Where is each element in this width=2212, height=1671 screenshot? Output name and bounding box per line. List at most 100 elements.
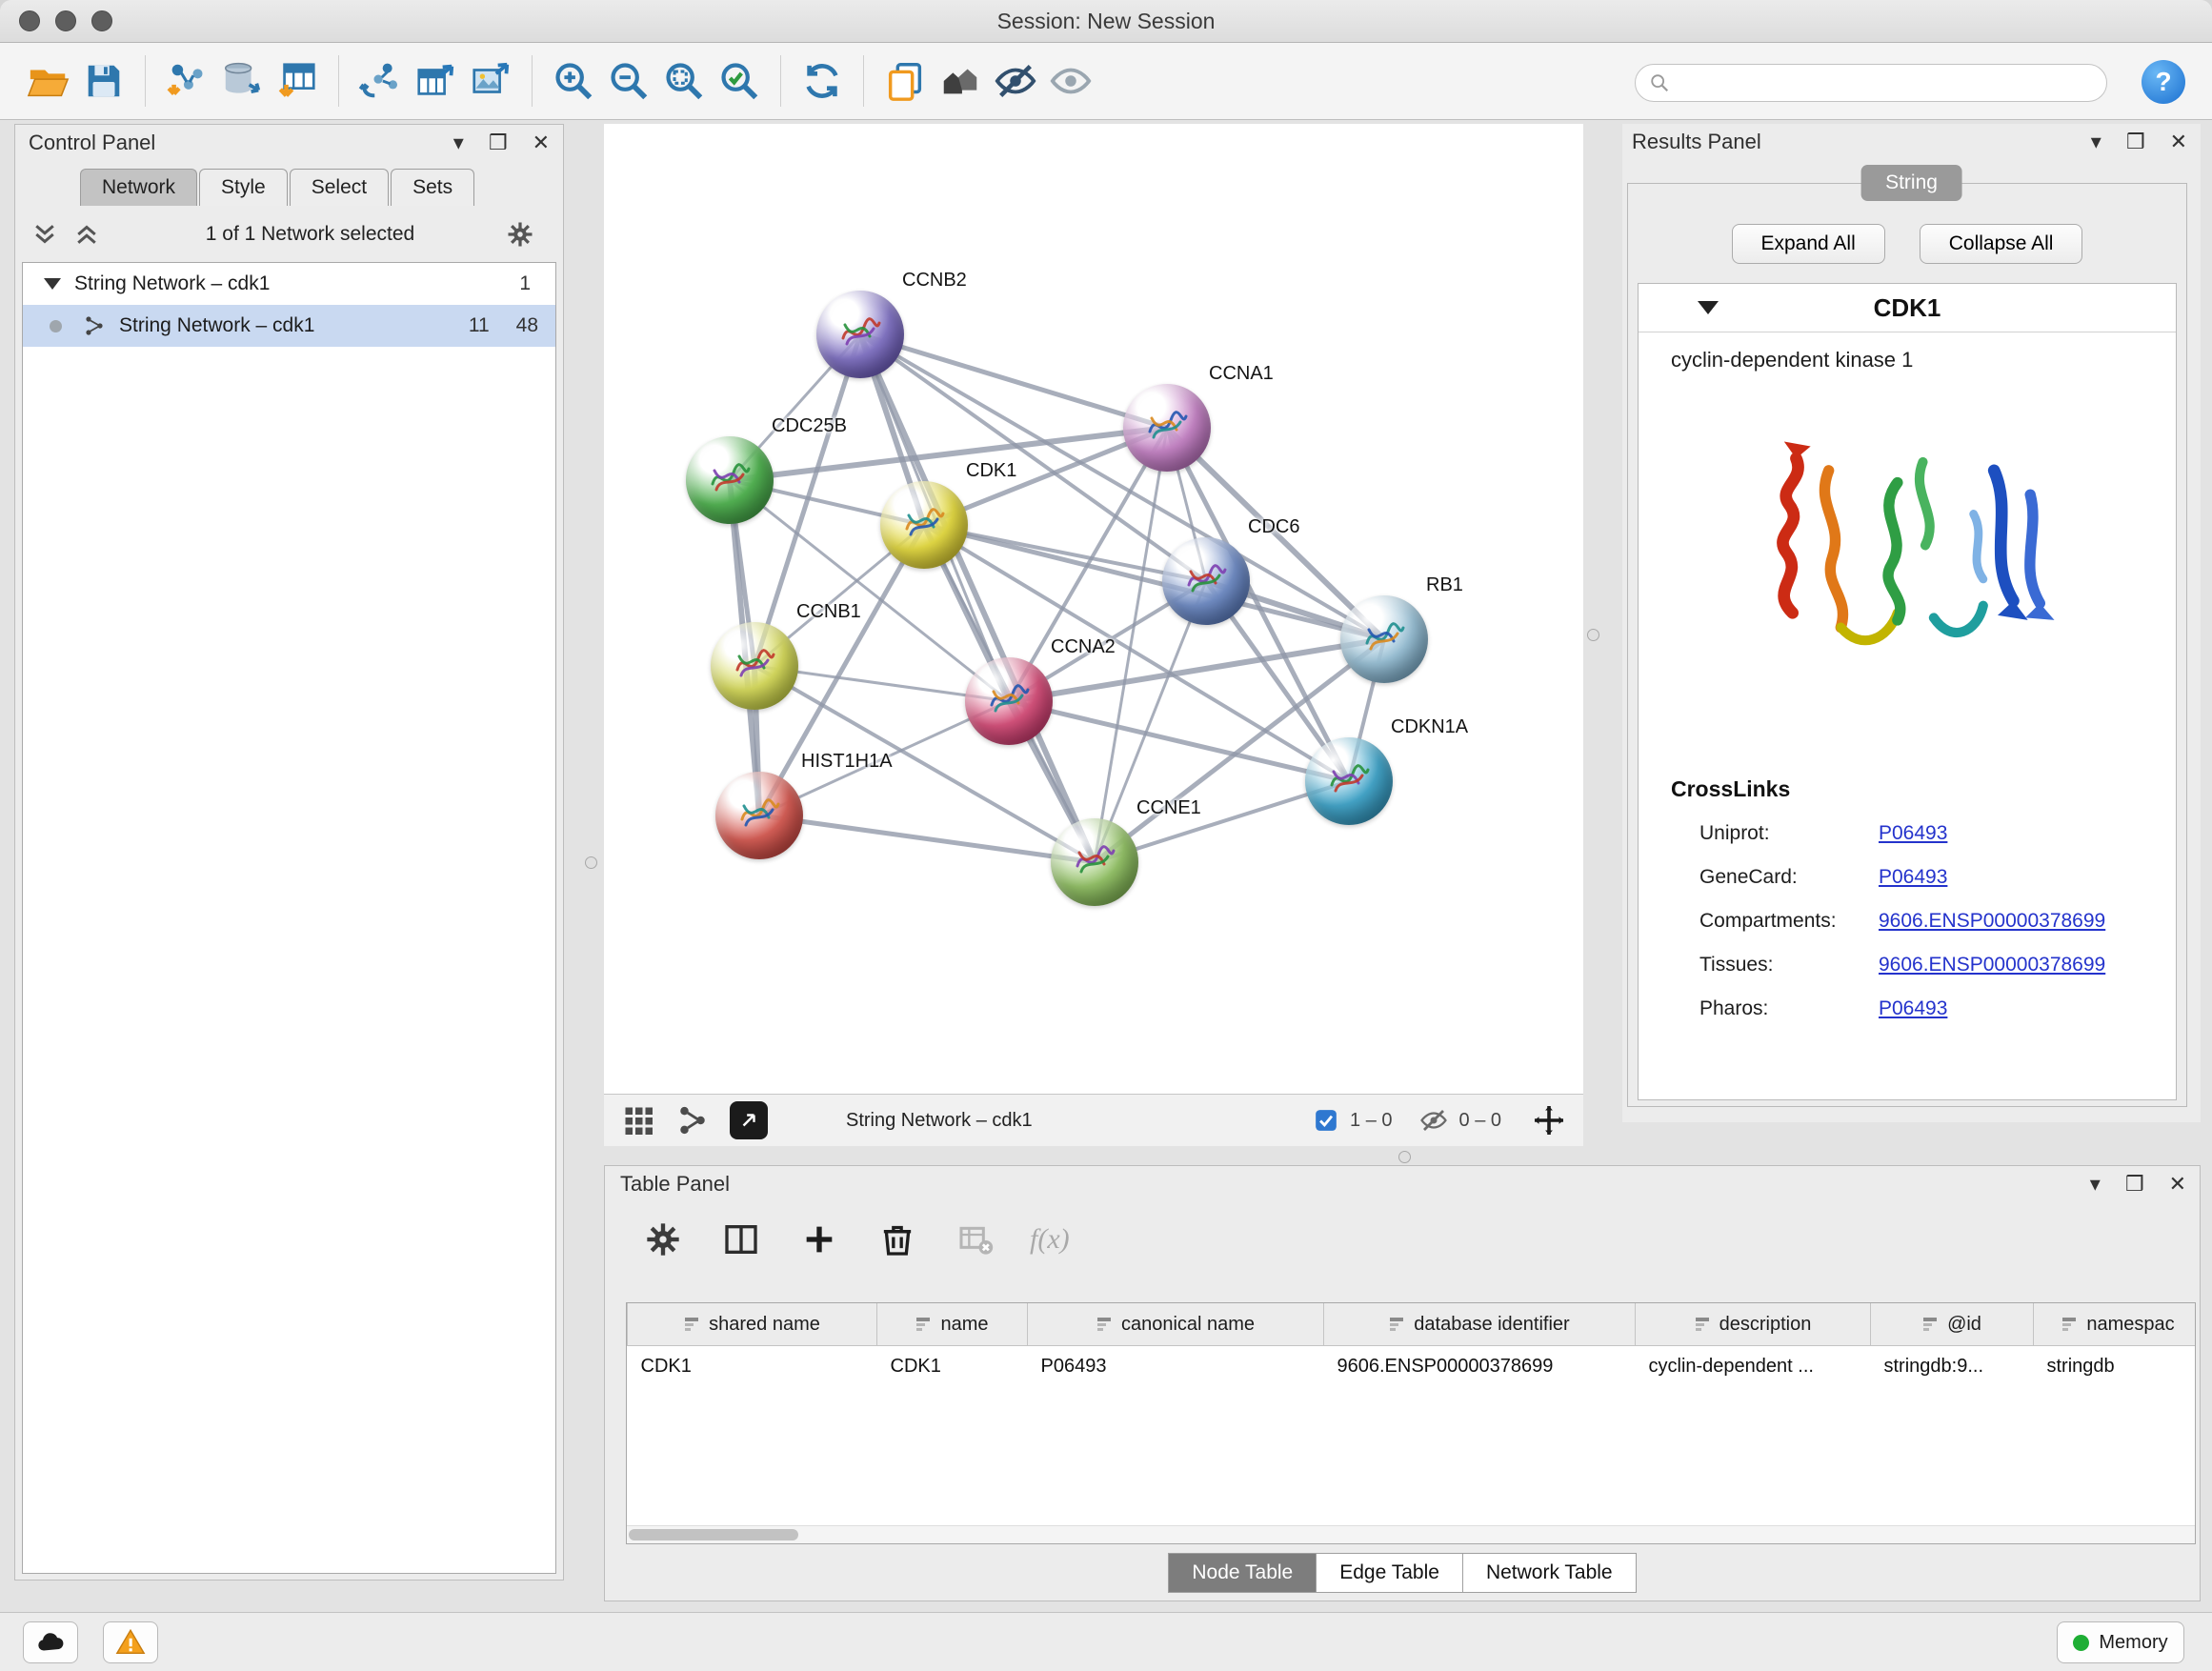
table-cell[interactable]: P06493 — [1028, 1346, 1324, 1387]
network-canvas[interactable]: CCNB2CCNA1CDC25BCDK1CDC6RB1CCNB1CCNA2CDK… — [604, 124, 1583, 1094]
zoom-selected-button[interactable] — [712, 53, 767, 109]
move-crosshair-icon[interactable] — [1532, 1103, 1566, 1137]
network-edge[interactable] — [860, 334, 1167, 428]
zoom-fit-button[interactable] — [656, 53, 712, 109]
save-session-button[interactable] — [76, 53, 131, 109]
network-tree-child-row[interactable]: String Network – cdk1 11 48 — [23, 305, 555, 347]
left-splitter-handle[interactable] — [585, 856, 597, 869]
expand-all-icon[interactable] — [72, 220, 101, 249]
panel-close-icon[interactable]: ✕ — [2169, 1174, 2186, 1195]
network-node-rb1[interactable] — [1340, 595, 1428, 683]
table-row[interactable]: CDK1CDK1P064939606.ENSP00000378699cyclin… — [628, 1346, 2197, 1387]
crosslink-value-link[interactable]: P06493 — [1879, 866, 1947, 889]
results-tab-string[interactable]: String — [1860, 165, 1962, 201]
network-node-ccnb2[interactable] — [816, 291, 904, 378]
import-network-file-button[interactable] — [159, 53, 214, 109]
table-cell[interactable]: 9606.ENSP00000378699 — [1324, 1346, 1636, 1387]
network-node-cdkn1a[interactable] — [1305, 737, 1393, 825]
column-header-description[interactable]: description — [1636, 1303, 1871, 1346]
memory-button[interactable]: Memory — [2057, 1621, 2184, 1663]
panel-close-icon[interactable]: ✕ — [533, 132, 550, 153]
table-cell[interactable]: CDK1 — [628, 1346, 877, 1387]
network-node-cdk1[interactable] — [880, 481, 968, 569]
panel-menu-icon[interactable]: ▾ — [2091, 131, 2101, 152]
table-cell[interactable]: stringdb — [2034, 1346, 2197, 1387]
tree-expand-icon[interactable] — [44, 278, 61, 290]
table-cell[interactable]: CDK1 — [877, 1346, 1028, 1387]
column-header-database-identifier[interactable]: database identifier — [1324, 1303, 1636, 1346]
warnings-button[interactable] — [103, 1621, 158, 1663]
tab-edge-table[interactable]: Edge Table — [1317, 1553, 1463, 1593]
panel-menu-icon[interactable]: ▾ — [453, 132, 464, 153]
show-all-button[interactable] — [1043, 53, 1098, 109]
tab-select[interactable]: Select — [290, 169, 389, 206]
crosslink-value-link[interactable]: P06493 — [1879, 822, 1947, 845]
new-network-button[interactable] — [352, 53, 408, 109]
gene-section-header[interactable]: CDK1 — [1639, 284, 2176, 332]
show-columns-button[interactable] — [717, 1216, 765, 1263]
table-cell[interactable]: cyclin-dependent ... — [1636, 1346, 1871, 1387]
collapse-all-button[interactable]: Collapse All — [1920, 224, 2083, 264]
zoom-out-button[interactable] — [601, 53, 656, 109]
tab-network-table[interactable]: Network Table — [1463, 1553, 1637, 1593]
network-node-cdc25b[interactable] — [686, 436, 774, 524]
expand-all-button[interactable]: Expand All — [1732, 224, 1885, 264]
hide-selected-button[interactable] — [988, 53, 1043, 109]
crosslink-value-link[interactable]: 9606.ENSP00000378699 — [1879, 954, 2105, 976]
right-splitter-handle[interactable] — [1587, 629, 1599, 641]
panel-float-icon[interactable]: ❒ — [2125, 1174, 2144, 1195]
refresh-button[interactable] — [794, 53, 850, 109]
import-network-database-button[interactable] — [214, 53, 270, 109]
zoom-in-button[interactable] — [546, 53, 601, 109]
duplicate-network-button[interactable] — [877, 53, 933, 109]
network-node-hist1h1a[interactable] — [715, 772, 803, 859]
tab-network[interactable]: Network — [80, 169, 197, 206]
network-node-ccnb1[interactable] — [711, 622, 798, 710]
network-node-ccna1[interactable] — [1123, 384, 1211, 472]
network-node-ccna2[interactable] — [965, 657, 1053, 745]
panel-menu-icon[interactable]: ▾ — [2090, 1174, 2101, 1195]
panel-float-icon[interactable]: ❒ — [2126, 131, 2145, 152]
help-button[interactable]: ? — [2142, 60, 2185, 104]
crosslink-value-link[interactable]: 9606.ENSP00000378699 — [1879, 910, 2105, 933]
open-in-window-button[interactable] — [730, 1101, 768, 1139]
network-node-ccne1[interactable] — [1051, 818, 1138, 906]
hidden-eye-slash-icon[interactable] — [1419, 1106, 1448, 1135]
horizontal-scrollbar[interactable] — [627, 1525, 2195, 1543]
gear-icon[interactable] — [506, 220, 534, 249]
column-header-shared-name[interactable]: shared name — [628, 1303, 877, 1346]
column-header-namespac[interactable]: namespac — [2034, 1303, 2197, 1346]
cloud-status-button[interactable] — [23, 1621, 78, 1663]
crosslink-value-link[interactable]: P06493 — [1879, 997, 1947, 1020]
network-node-cdc6[interactable] — [1162, 537, 1250, 625]
import-table-button[interactable] — [270, 53, 325, 109]
search-box[interactable] — [1635, 64, 2107, 102]
panel-close-icon[interactable]: ✕ — [2170, 131, 2187, 152]
column-header--id[interactable]: @id — [1871, 1303, 2034, 1346]
bottom-splitter-handle[interactable] — [1398, 1151, 1411, 1163]
export-image-button[interactable] — [463, 53, 518, 109]
share-network-icon[interactable] — [676, 1104, 709, 1137]
search-input[interactable] — [1678, 71, 2106, 95]
collapse-all-icon[interactable] — [30, 220, 59, 249]
home-neighbors-button[interactable] — [933, 53, 988, 109]
network-tree-root-row[interactable]: String Network – cdk1 1 — [23, 263, 555, 305]
column-header-canonical-name[interactable]: canonical name — [1028, 1303, 1324, 1346]
tab-node-table[interactable]: Node Table — [1168, 1553, 1317, 1593]
scrollbar-thumb[interactable] — [629, 1529, 798, 1540]
section-collapse-icon[interactable] — [1698, 301, 1719, 314]
add-column-button[interactable] — [795, 1216, 843, 1263]
tab-style[interactable]: Style — [199, 169, 288, 206]
table-cell[interactable]: stringdb:9... — [1871, 1346, 2034, 1387]
open-session-button[interactable] — [21, 53, 76, 109]
delete-column-button[interactable] — [874, 1216, 921, 1263]
panel-float-icon[interactable]: ❒ — [489, 132, 508, 153]
export-table-button[interactable] — [408, 53, 463, 109]
network-edge[interactable] — [759, 815, 1095, 862]
column-header-name[interactable]: name — [877, 1303, 1028, 1346]
table-settings-button[interactable] — [639, 1216, 687, 1263]
network-edge[interactable] — [860, 334, 1095, 862]
birdseye-grid-icon[interactable] — [621, 1103, 655, 1137]
tab-sets[interactable]: Sets — [391, 169, 474, 206]
selected-checkbox-icon[interactable] — [1314, 1108, 1338, 1133]
